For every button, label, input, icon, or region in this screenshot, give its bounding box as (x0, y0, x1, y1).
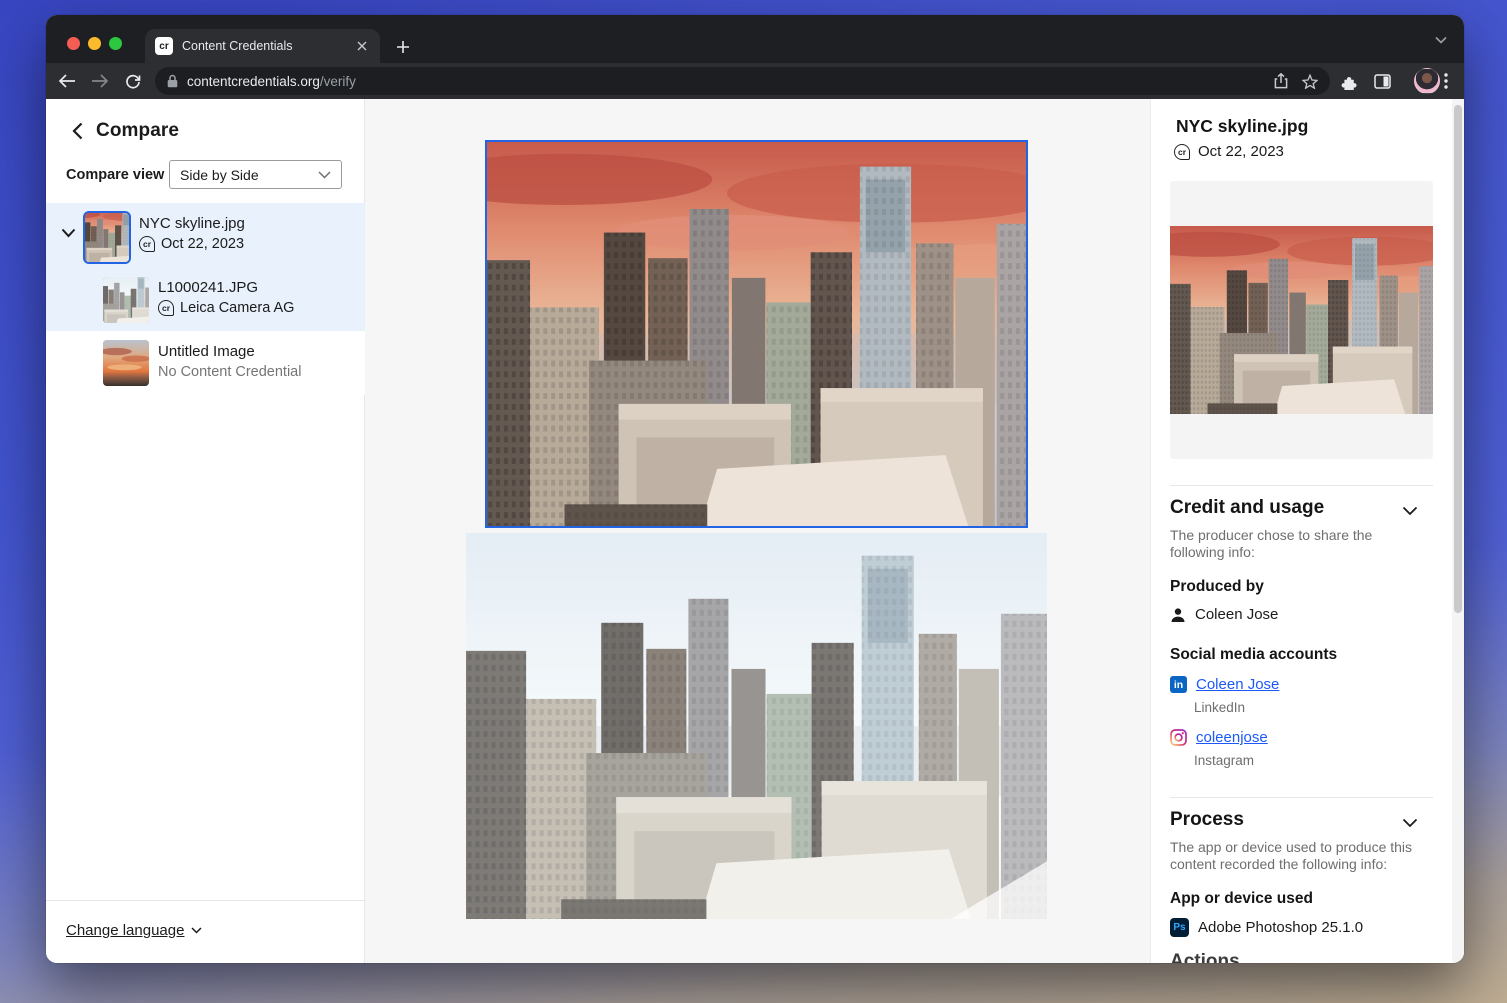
forward-icon[interactable] (88, 69, 112, 93)
browser-tab[interactable]: cr Content Credentials (145, 29, 380, 63)
linkedin-platform-label: LinkedIn (1194, 700, 1245, 715)
file-thumbnail[interactable] (103, 340, 149, 386)
collapse-chevron-icon[interactable] (1402, 503, 1418, 519)
file-row-l1000241[interactable]: L1000241.JPG cr Leica Camera AG (46, 268, 365, 331)
divider (1170, 797, 1433, 798)
page-scrollbar[interactable] (1452, 99, 1464, 963)
photoshop-icon: Ps (1170, 918, 1189, 937)
file-row-nyc-skyline[interactable]: NYC skyline.jpg cr Oct 22, 2023 (46, 203, 365, 268)
compare-view-value: Side by Side (180, 167, 259, 183)
menu-kebab-icon[interactable] (1434, 69, 1458, 93)
credit-section-heading: Credit and usage (1170, 497, 1324, 519)
asset-preview (1170, 181, 1433, 459)
actions-section-heading-clipped: Actions (1170, 951, 1240, 963)
cr-icon: cr (139, 236, 155, 252)
file-meta: Leica Camera AG (180, 300, 294, 316)
bookmark-star-icon[interactable] (1302, 74, 1318, 89)
browser-tab-strip: cr Content Credentials (46, 15, 1464, 63)
minimize-window-button[interactable] (88, 37, 101, 50)
browser-toolbar: contentcredentials.org/verify (46, 63, 1464, 99)
file-thumbnail-selected[interactable] (83, 211, 131, 264)
url-text[interactable]: contentcredentials.org/verify (187, 74, 1274, 89)
divider (1170, 485, 1433, 486)
tab-close-icon[interactable] (353, 38, 370, 55)
cr-icon: cr (1174, 144, 1190, 160)
macos-window-controls[interactable] (67, 37, 122, 50)
extensions-puzzle-icon[interactable] (1337, 69, 1361, 93)
produced-by-label: Produced by (1170, 578, 1264, 596)
linkedin-profile-link[interactable]: Coleen Jose (1196, 676, 1279, 693)
zoom-window-button[interactable] (109, 37, 122, 50)
file-thumbnail[interactable] (103, 277, 149, 323)
instagram-platform-label: Instagram (1194, 753, 1254, 768)
url-domain: contentcredentials.org (187, 74, 320, 89)
compare-sidebar: Compare Compare view Side by Side NYC sk… (46, 99, 365, 963)
tab-search-chevron-icon[interactable] (1432, 31, 1450, 49)
compared-image-edited[interactable] (485, 140, 1028, 528)
change-language-link[interactable]: Change language (66, 922, 202, 939)
file-meta: No Content Credential (158, 364, 301, 380)
chevron-down-icon (318, 171, 331, 179)
cr-icon: cr (158, 300, 174, 316)
desktop-background: cr Content Credentials (0, 0, 1507, 1003)
page-title: Compare (96, 120, 179, 142)
sidebar-footer: Change language (46, 900, 365, 963)
scrollbar-thumb[interactable] (1454, 105, 1462, 613)
file-name: NYC skyline.jpg (139, 215, 245, 232)
file-row-untitled[interactable]: Untitled Image No Content Credential (46, 331, 365, 395)
compared-image-original[interactable] (466, 533, 1047, 919)
person-icon (1170, 607, 1186, 623)
credit-section-description: The producer chose to share the followin… (1170, 527, 1428, 561)
compare-view-select[interactable]: Side by Side (169, 160, 342, 189)
instagram-icon (1170, 729, 1187, 746)
reload-icon[interactable] (121, 69, 145, 93)
share-icon[interactable] (1274, 73, 1288, 89)
file-meta: Oct 22, 2023 (161, 236, 244, 252)
back-chevron-icon[interactable] (72, 122, 83, 140)
asset-title: NYC skyline.jpg (1176, 116, 1308, 137)
close-window-button[interactable] (67, 37, 80, 50)
new-tab-button[interactable] (392, 36, 414, 58)
credential-details-panel: NYC skyline.jpg cr Oct 22, 2023 Credit a… (1150, 99, 1452, 963)
social-accounts-label: Social media accounts (1170, 646, 1337, 664)
expand-chevron-icon[interactable] (61, 228, 76, 238)
lock-icon (167, 74, 178, 88)
file-name: Untitled Image (158, 343, 255, 360)
browser-window: cr Content Credentials (46, 15, 1464, 963)
instagram-profile-link[interactable]: coleenjose (1196, 729, 1268, 746)
compare-view-label: Compare view (66, 167, 164, 183)
app-device-label: App or device used (1170, 890, 1313, 908)
linkedin-icon: in (1170, 676, 1187, 693)
chevron-down-icon (191, 927, 202, 934)
side-panel-icon[interactable] (1370, 69, 1394, 93)
app-device-value: Adobe Photoshop 25.1.0 (1198, 919, 1363, 936)
file-name: L1000241.JPG (158, 279, 258, 296)
back-icon[interactable] (55, 69, 79, 93)
process-section-description: The app or device used to produce this c… (1170, 839, 1428, 873)
produced-by-value: Coleen Jose (1195, 606, 1278, 623)
content-credentials-favicon: cr (155, 37, 173, 55)
url-path: /verify (320, 74, 356, 89)
asset-date: Oct 22, 2023 (1198, 143, 1284, 160)
process-section-heading: Process (1170, 809, 1244, 831)
change-language-label: Change language (66, 922, 184, 939)
compare-canvas (365, 99, 1150, 963)
collapse-chevron-icon[interactable] (1402, 815, 1418, 831)
tab-title: Content Credentials (182, 39, 353, 53)
asset-preview-image (1170, 226, 1433, 414)
page-content: Compare Compare view Side by Side NYC sk… (46, 99, 1464, 963)
address-bar[interactable]: contentcredentials.org/verify (155, 67, 1330, 95)
